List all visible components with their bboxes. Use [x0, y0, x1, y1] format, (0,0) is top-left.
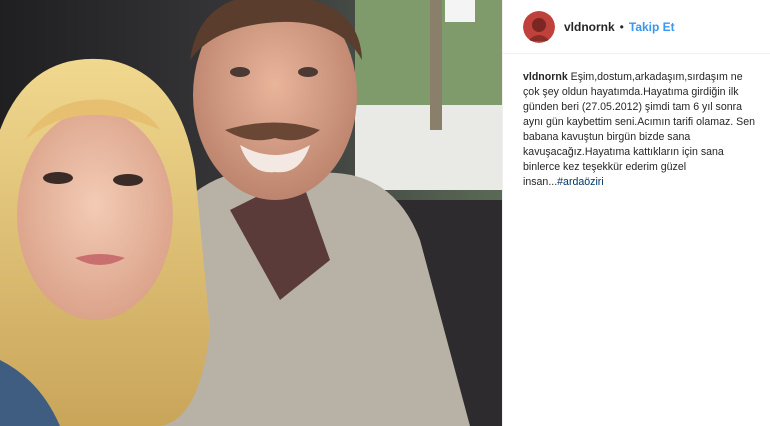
post-photo[interactable] — [0, 0, 502, 426]
profile-avatar[interactable] — [523, 10, 555, 43]
caption-username[interactable]: vldnornk — [523, 71, 568, 83]
header-separator: • — [619, 19, 624, 34]
avatar-image — [523, 10, 555, 43]
caption-text: Eşim,dostum,arkadaşım,sırdaşım ne çok şe… — [523, 71, 755, 188]
post-side-panel: vldnornk • Takip Et vldnornk Eşim,dostum… — [502, 0, 770, 426]
follow-button[interactable]: Takip Et — [629, 20, 675, 34]
caption-hashtag[interactable]: #ardaöziri — [557, 176, 604, 188]
post-header: vldnornk • Takip Et — [503, 0, 770, 54]
post-caption: vldnornk Eşim,dostum,arkadaşım,sırdaşım … — [523, 70, 759, 190]
header-username[interactable]: vldnornk — [564, 20, 615, 34]
selfie-photo-image — [0, 0, 502, 426]
